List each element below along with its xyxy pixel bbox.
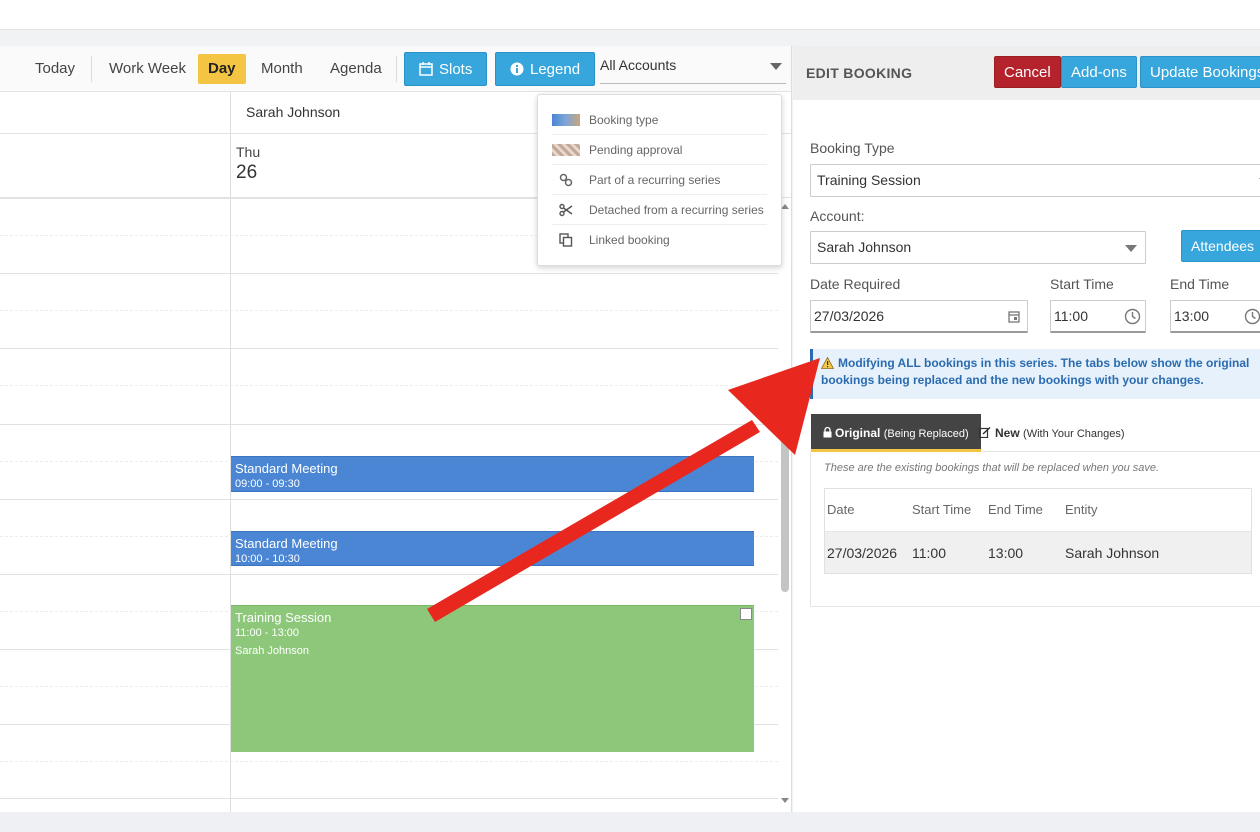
booking-app: Today Work Week Day Month Agenda Slots L…	[0, 0, 1260, 832]
annotation-arrow	[427, 358, 820, 622]
